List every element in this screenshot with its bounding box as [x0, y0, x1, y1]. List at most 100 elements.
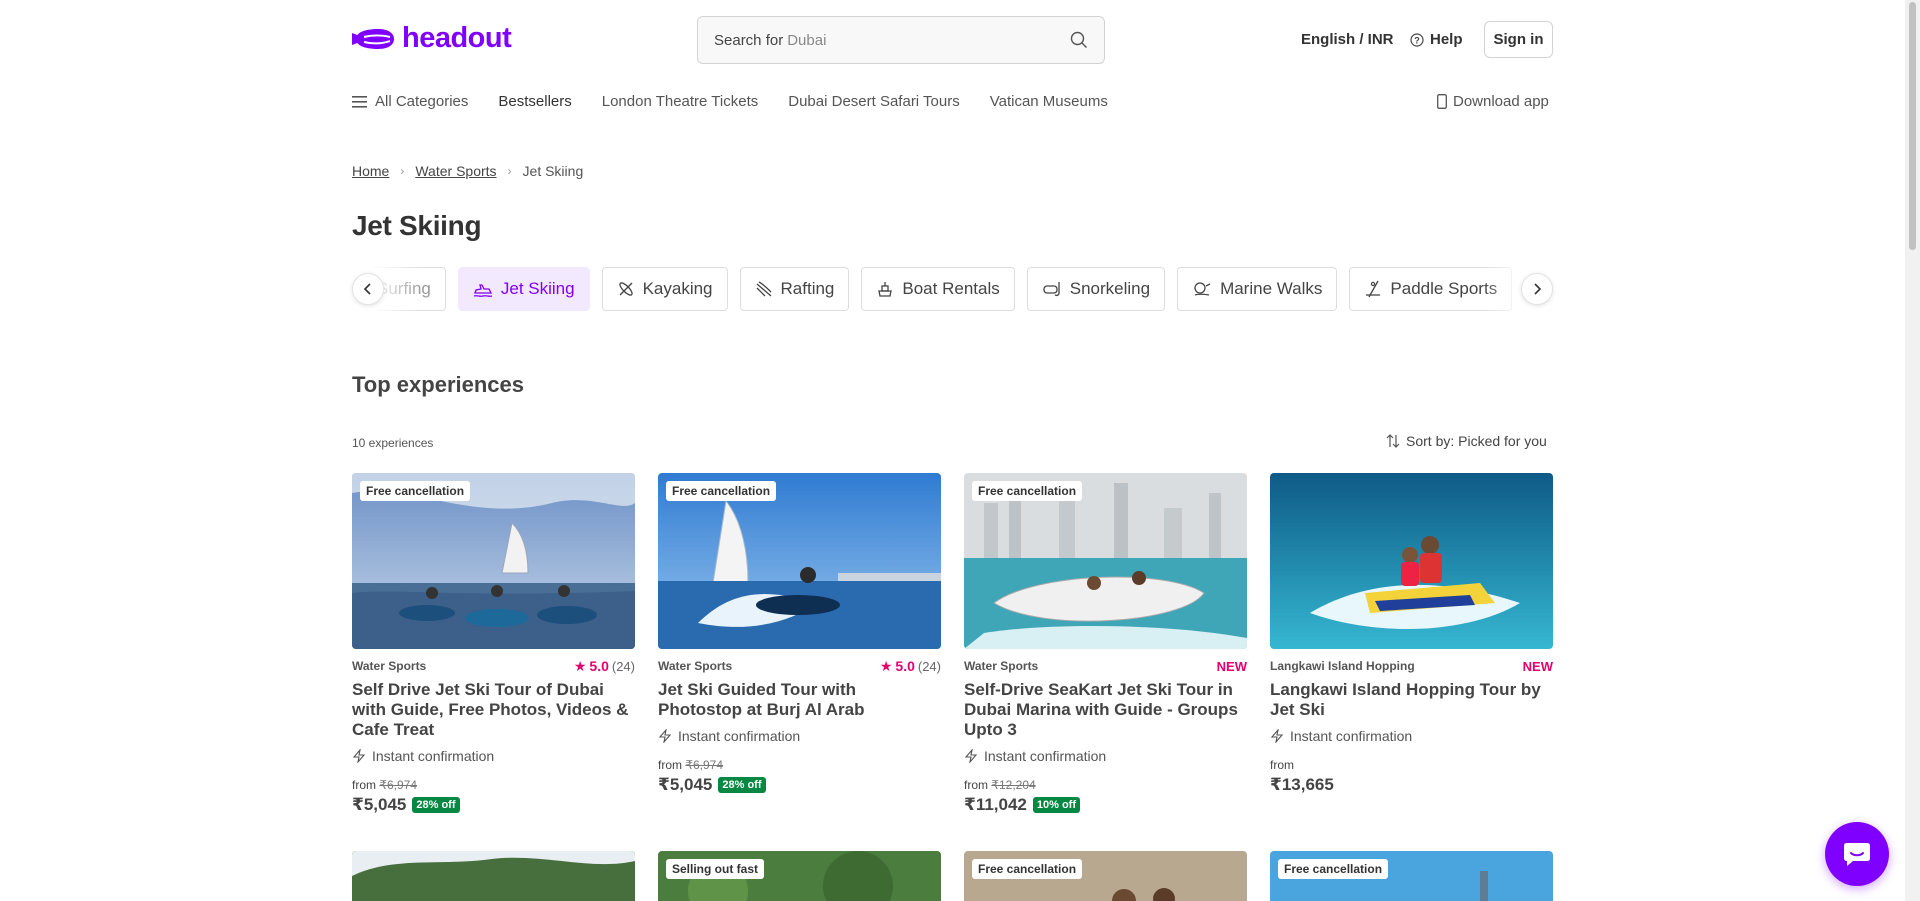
help-link[interactable]: ? Help: [1410, 31, 1463, 48]
price-from: from ₹6,974: [352, 778, 635, 792]
sign-in-button[interactable]: Sign in: [1484, 21, 1553, 58]
breadcrumb-water-sports[interactable]: Water Sports: [415, 163, 496, 179]
language-currency-selector[interactable]: English / INR: [1301, 31, 1394, 48]
nav-item-london-theatre[interactable]: London Theatre Tickets: [602, 93, 759, 110]
breadcrumb-home[interactable]: Home: [352, 163, 389, 179]
chevron-right-icon: ›: [400, 164, 405, 178]
price-row: ₹5,045 28% off: [352, 795, 635, 815]
paddle-icon: [1366, 280, 1381, 298]
current-price: ₹11,042: [964, 795, 1027, 814]
lightning-icon: [352, 749, 366, 763]
category-pill-snorkeling[interactable]: Snorkeling: [1026, 267, 1166, 311]
top-nav: All Categories Bestsellers London Theatr…: [352, 93, 1138, 110]
free-cancellation-badge: Free cancellation: [360, 481, 471, 501]
current-price: ₹13,665: [1270, 775, 1334, 794]
carousel-prev-button[interactable]: [352, 273, 384, 305]
chevron-right-icon: ›: [507, 164, 512, 178]
original-price: ₹6,974: [379, 778, 418, 792]
lightning-icon: [964, 749, 978, 763]
chat-icon: [1844, 843, 1870, 866]
experience-title[interactable]: Langkawi Island Hopping Tour by Jet Ski: [1270, 680, 1553, 720]
experience-title[interactable]: Self-Drive SeaKart Jet Ski Tour in Dubai…: [964, 680, 1247, 740]
price-row: ₹13,665: [1270, 775, 1553, 795]
experience-card-image[interactable]: Selling out fast: [658, 851, 941, 901]
price-row: ₹11,042 10% off: [964, 795, 1247, 815]
from-label: from: [964, 778, 988, 792]
help-label: Help: [1430, 31, 1463, 48]
nav-item-bestsellers[interactable]: Bestsellers: [498, 93, 571, 110]
free-cancellation-badge: Free cancellation: [666, 481, 777, 501]
instant-confirmation: Instant confirmation: [658, 728, 941, 744]
page-title: Jet Skiing: [352, 210, 482, 241]
experience-image[interactable]: [1270, 473, 1553, 649]
star-icon: ★: [573, 657, 587, 674]
category-pill-marine-walks[interactable]: Marine Walks: [1177, 267, 1338, 311]
instant-label: Instant confirmation: [372, 748, 495, 764]
boat-icon: [878, 282, 893, 297]
breadcrumb-current: Jet Skiing: [522, 163, 584, 179]
search-input[interactable]: Search for Dubai: [697, 16, 1105, 64]
category-pill-kayaking[interactable]: Kayaking: [601, 267, 728, 311]
scrollbar-thumb[interactable]: [1909, 2, 1916, 250]
rating-value: 5.0: [589, 658, 609, 674]
price-from: from ₹6,974: [658, 758, 941, 772]
nav-item-vatican-museums[interactable]: Vatican Museums: [990, 93, 1108, 110]
original-price: ₹12,204: [991, 778, 1036, 792]
category-pill-boat-rentals[interactable]: Boat Rentals: [861, 267, 1015, 311]
category-label: Paddle Sports: [1390, 279, 1498, 298]
experience-card[interactable]: Free cancellation Water Sports ★ 5.0 (24…: [352, 473, 635, 815]
category-label: Snorkeling: [1069, 279, 1151, 298]
rating-value: 5.0: [895, 658, 915, 674]
experience-category: Water Sports: [352, 659, 427, 673]
search-icon[interactable]: [1070, 31, 1088, 49]
download-app-link[interactable]: Download app: [1437, 93, 1549, 110]
all-categories-menu[interactable]: All Categories: [352, 93, 468, 110]
experience-card-image[interactable]: Free cancellation: [964, 851, 1247, 901]
experience-card[interactable]: Free cancellation Water Sports NEW Self-…: [964, 473, 1247, 815]
price-from: from ₹12,204: [964, 778, 1247, 792]
category-pill-rafting[interactable]: Rafting: [739, 267, 850, 311]
from-label: from: [1270, 758, 1294, 772]
snorkel-icon: [1043, 282, 1060, 297]
experience-image[interactable]: Free cancellation: [658, 473, 941, 649]
sort-label: Sort by: Picked for you: [1406, 433, 1547, 449]
lightning-icon: [1270, 729, 1284, 743]
chevron-left-icon: [363, 283, 371, 295]
lightning-icon: [658, 729, 672, 743]
rafting-icon: [756, 281, 771, 297]
experience-image[interactable]: Free cancellation: [964, 473, 1247, 649]
carousel-next-button[interactable]: [1521, 273, 1553, 305]
experience-image[interactable]: Free cancellation: [352, 473, 635, 649]
experience-title[interactable]: Self Drive Jet Ski Tour of Dubai with Gu…: [352, 680, 635, 740]
current-price: ₹5,045: [658, 775, 713, 794]
experience-card-image[interactable]: [352, 851, 635, 901]
experience-category: Water Sports: [658, 659, 733, 673]
rating-count: (24): [917, 658, 941, 674]
chat-button[interactable]: [1825, 822, 1889, 886]
from-label: from: [352, 778, 376, 792]
experience-card[interactable]: Free cancellation Water Sports ★ 5.0 (24…: [658, 473, 941, 795]
nav-item-dubai-desert-safari[interactable]: Dubai Desert Safari Tours: [788, 93, 959, 110]
category-label: Rafting: [780, 279, 835, 298]
experience-card-image[interactable]: Free cancellation: [1270, 851, 1553, 901]
experience-count: 10 experiences: [352, 436, 434, 450]
category-label: Kayaking: [642, 279, 713, 298]
search-label: Search for: [714, 31, 784, 49]
rating: ★ 5.0 (24): [880, 658, 941, 675]
blimp-logo-icon: [352, 28, 394, 49]
category-pill-jet-skiing[interactable]: Jet Skiing: [457, 267, 590, 311]
free-cancellation-badge: Free cancellation: [1278, 859, 1389, 879]
sort-dropdown[interactable]: Sort by: Picked for you: [1386, 433, 1547, 449]
experience-title[interactable]: Jet Ski Guided Tour with Photostop at Bu…: [658, 680, 941, 720]
page-scrollbar[interactable]: [1905, 0, 1920, 901]
headout-logo[interactable]: headout: [352, 22, 512, 55]
all-categories-label: All Categories: [375, 93, 469, 110]
instant-label: Instant confirmation: [1290, 728, 1413, 744]
new-tag: NEW: [1522, 658, 1553, 674]
free-cancellation-badge: Free cancellation: [972, 859, 1083, 879]
instant-label: Instant confirmation: [984, 748, 1107, 764]
experience-card[interactable]: Langkawi Island Hopping NEW Langkawi Isl…: [1270, 473, 1553, 795]
rating: ★ 5.0 (24): [574, 658, 635, 675]
instant-label: Instant confirmation: [678, 728, 801, 744]
current-price: ₹5,045: [352, 795, 407, 814]
